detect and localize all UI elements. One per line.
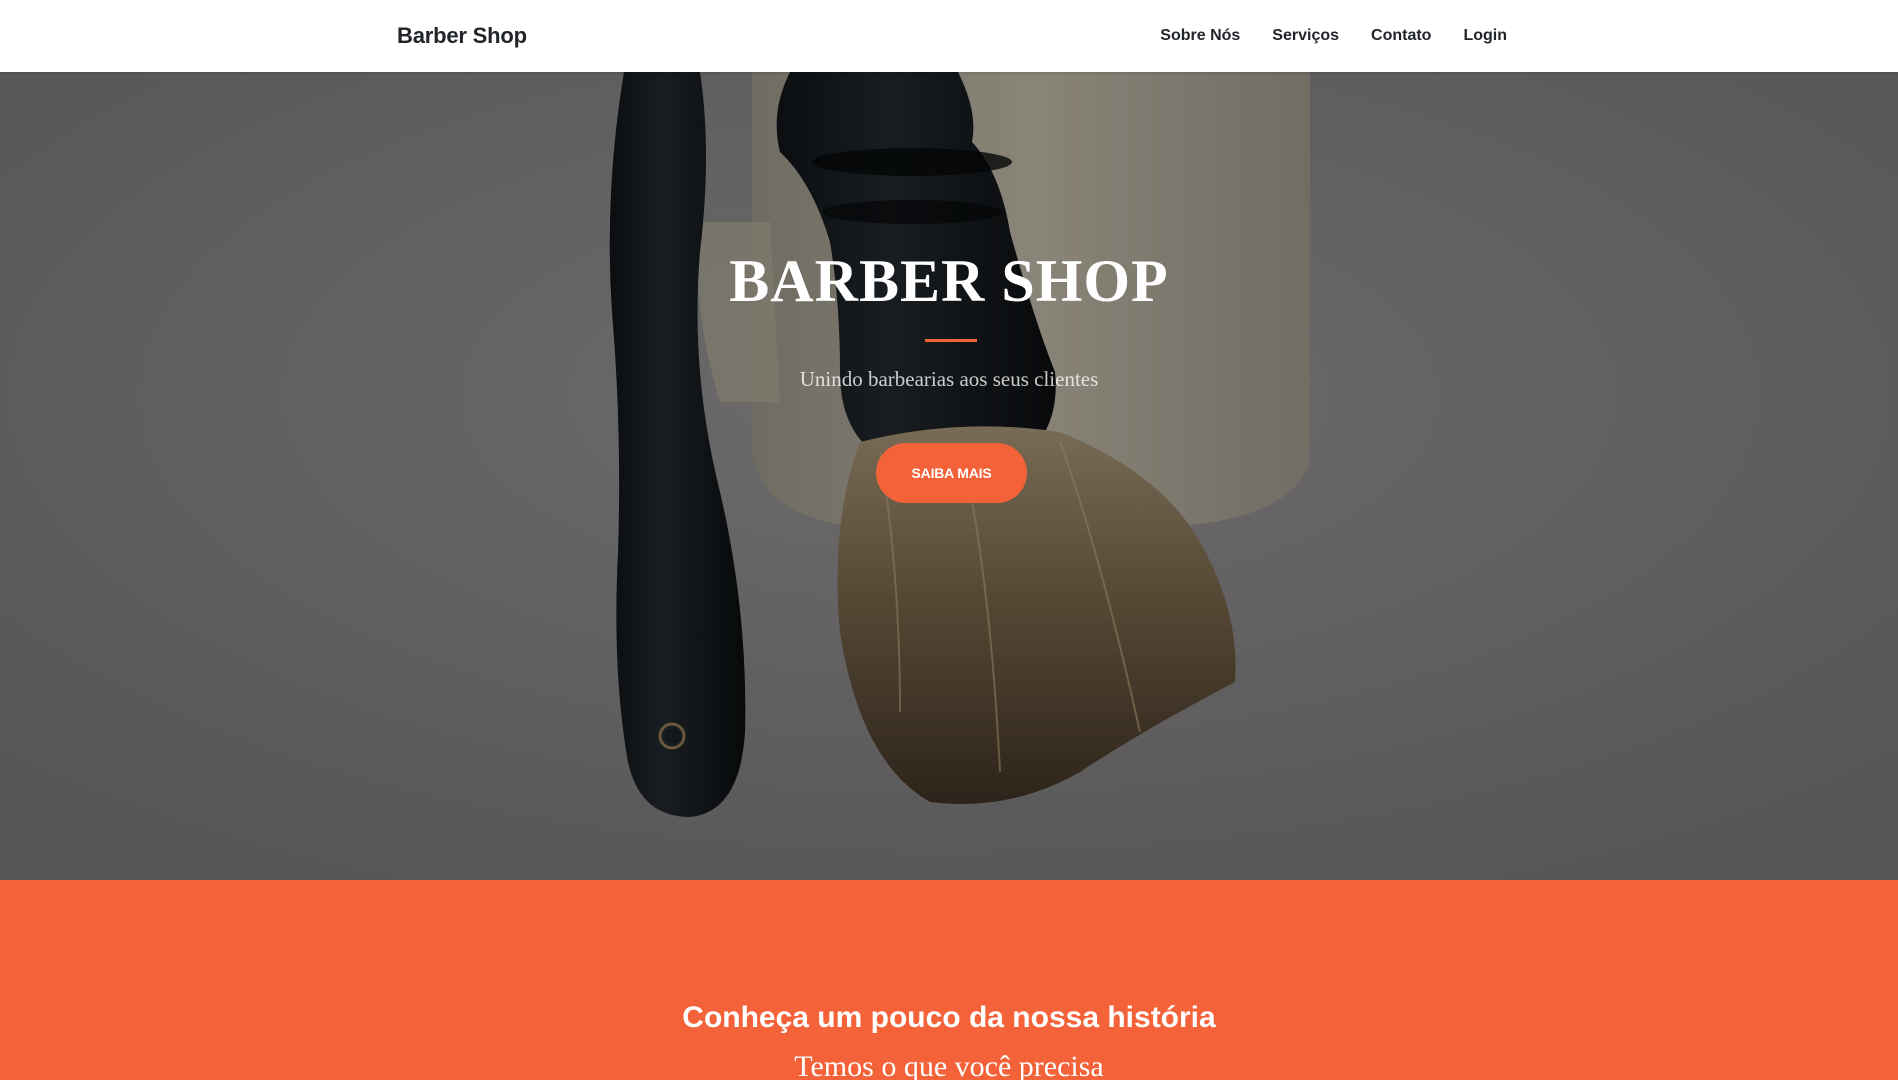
nav-item-login: Login [1431,27,1507,45]
hero-subtitle: Unindo barbearias aos seus clientes [799,367,1099,391]
nav-item-sobre-nos: Sobre Nós [1128,27,1240,45]
brand-logo-link[interactable]: Barber Shop [397,0,527,72]
saiba-mais-button[interactable]: SAIBA MAIS [876,443,1027,503]
nav-link-servicos[interactable]: Serviços [1272,27,1339,45]
hero-section: BARBER SHOP Unindo barbearias aos seus c… [0,72,1898,880]
about-title: Conheça um pouco da nossa história [682,1001,1216,1034]
nav-link-contato[interactable]: Contato [1371,27,1431,45]
about-subtitle: Temos o que você precisa [794,1050,1104,1080]
hero-divider [925,339,977,342]
nav-link-login[interactable]: Login [1463,27,1507,45]
navbar: Barber Shop Sobre Nós Serviços Contato L… [0,0,1898,72]
nav-links: Sobre Nós Serviços Contato Login [1128,0,1507,72]
nav-item-servicos: Serviços [1240,27,1339,45]
about-section: Conheça um pouco da nossa história Temos… [0,880,1898,1080]
nav-item-contato: Contato [1339,27,1431,45]
nav-link-sobre-nos[interactable]: Sobre Nós [1160,27,1240,45]
hero-title: BARBER SHOP [729,248,1169,314]
hero-content: BARBER SHOP Unindo barbearias aos seus c… [0,72,1898,880]
